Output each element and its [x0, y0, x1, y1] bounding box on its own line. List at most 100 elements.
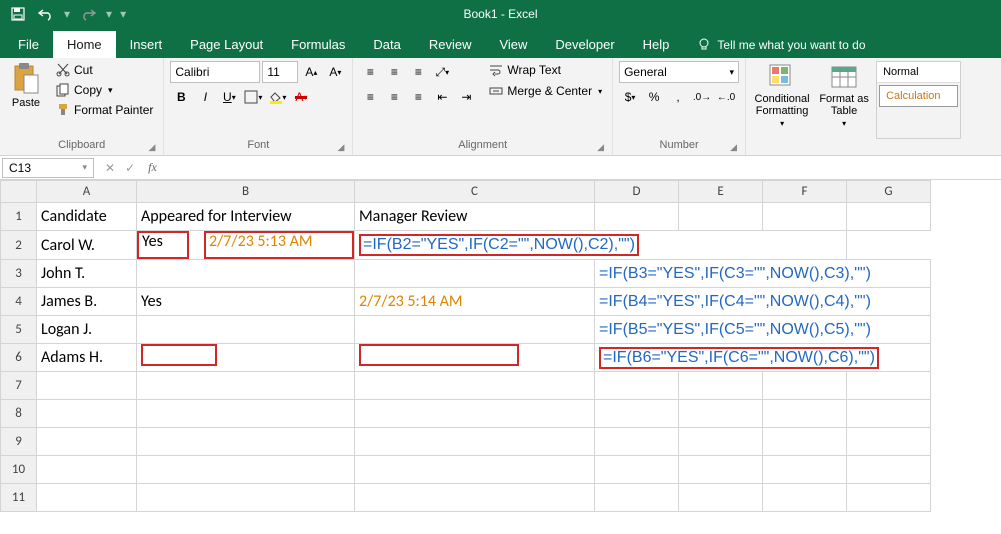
cell-B9[interactable] — [137, 428, 355, 456]
cell-D11[interactable] — [595, 484, 679, 512]
cell-E9[interactable] — [679, 428, 763, 456]
cell-B8[interactable] — [137, 400, 355, 428]
cell-C7[interactable] — [355, 372, 595, 400]
enter-formula-icon[interactable]: ✓ — [122, 161, 138, 175]
row-header-2[interactable]: 2 — [1, 231, 37, 260]
cell-D4[interactable]: =IF(B4="YES",IF(C4="",NOW(),C4),"") — [595, 288, 931, 316]
col-header-F[interactable]: F — [763, 181, 847, 203]
number-format-combo[interactable]: General▾ — [619, 61, 739, 83]
clipboard-dialog-icon[interactable]: ◢ — [148, 142, 155, 153]
tab-insert[interactable]: Insert — [116, 31, 177, 58]
cell-D2[interactable]: =IF(B2="YES",IF(C2="",NOW(),C2),"") — [355, 231, 847, 260]
cell-G7[interactable] — [847, 372, 931, 400]
percent-button[interactable]: % — [643, 86, 665, 108]
cell-B6[interactable] — [137, 344, 355, 372]
redo-dropdown-icon[interactable]: ▾ — [106, 7, 112, 21]
row-header-6[interactable]: 6 — [1, 344, 37, 372]
cell-A4[interactable]: James B. — [37, 288, 137, 316]
formula-input[interactable] — [161, 158, 1001, 178]
increase-indent-button[interactable]: ⇥ — [455, 86, 477, 108]
col-header-E[interactable]: E — [679, 181, 763, 203]
cell-A1[interactable]: Candidate — [37, 203, 137, 231]
cell-C6[interactable] — [355, 344, 595, 372]
cell-B5[interactable] — [137, 316, 355, 344]
align-top-button[interactable]: ≡ — [359, 61, 381, 83]
cell-A8[interactable] — [37, 400, 137, 428]
cell-C3[interactable] — [355, 260, 595, 288]
cell-G9[interactable] — [847, 428, 931, 456]
cell-C10[interactable] — [355, 456, 595, 484]
cell-F7[interactable] — [763, 372, 847, 400]
cell-D7[interactable] — [595, 372, 679, 400]
tab-file[interactable]: File — [4, 31, 53, 58]
row-header-1[interactable]: 1 — [1, 203, 37, 231]
tab-view[interactable]: View — [485, 31, 541, 58]
orientation-button[interactable]: ⤢▾ — [431, 61, 453, 83]
row-header-11[interactable]: 11 — [1, 484, 37, 512]
italic-button[interactable]: I — [194, 86, 216, 108]
tell-me-search[interactable]: Tell me what you want to do — [683, 32, 879, 58]
row-header-8[interactable]: 8 — [1, 400, 37, 428]
tab-data[interactable]: Data — [359, 31, 414, 58]
col-header-B[interactable]: B — [137, 181, 355, 203]
style-calculation[interactable]: Calculation — [879, 85, 958, 107]
copy-button[interactable]: Copy▾ — [52, 81, 157, 99]
row-header-4[interactable]: 4 — [1, 288, 37, 316]
cell-A11[interactable] — [37, 484, 137, 512]
cell-E7[interactable] — [679, 372, 763, 400]
cell-E8[interactable] — [679, 400, 763, 428]
format-painter-button[interactable]: Format Painter — [52, 101, 157, 119]
cell-D3[interactable]: =IF(B3="YES",IF(C3="",NOW(),C3),"") — [595, 260, 931, 288]
cell-styles-gallery[interactable]: Normal Calculation — [876, 61, 961, 139]
underline-button[interactable]: U▾ — [218, 86, 240, 108]
font-name-combo[interactable] — [170, 61, 260, 83]
redo-button[interactable] — [76, 2, 100, 26]
cell-G8[interactable] — [847, 400, 931, 428]
align-bottom-button[interactable]: ≡ — [407, 61, 429, 83]
cell-B2[interactable]: Yes — [137, 231, 189, 259]
row-header-10[interactable]: 10 — [1, 456, 37, 484]
wrap-text-button[interactable]: Wrap Text — [485, 61, 606, 79]
font-color-button[interactable]: A▾ — [290, 86, 312, 108]
col-header-A[interactable]: A — [37, 181, 137, 203]
decrease-indent-button[interactable]: ⇤ — [431, 86, 453, 108]
tab-help[interactable]: Help — [629, 31, 684, 58]
cell-B3[interactable] — [137, 260, 355, 288]
cell-A7[interactable] — [37, 372, 137, 400]
cell-F11[interactable] — [763, 484, 847, 512]
format-as-table-button[interactable]: Format as Table▾ — [814, 61, 874, 139]
tab-developer[interactable]: Developer — [541, 31, 628, 58]
tab-review[interactable]: Review — [415, 31, 486, 58]
cell-G1[interactable] — [847, 203, 931, 231]
col-header-D[interactable]: D — [595, 181, 679, 203]
cell-D10[interactable] — [595, 456, 679, 484]
cell-A6[interactable]: Adams H. — [37, 344, 137, 372]
fx-icon[interactable]: fx — [144, 160, 161, 175]
undo-button[interactable] — [34, 2, 58, 26]
undo-dropdown-icon[interactable]: ▾ — [64, 7, 70, 21]
row-header-9[interactable]: 9 — [1, 428, 37, 456]
cell-F1[interactable] — [763, 203, 847, 231]
cell-B7[interactable] — [137, 372, 355, 400]
cancel-formula-icon[interactable]: ✕ — [102, 161, 118, 175]
cell-D6[interactable]: =IF(B6="YES",IF(C6="",NOW(),C6),"") — [595, 344, 931, 372]
number-dialog-icon[interactable]: ◢ — [730, 142, 737, 153]
alignment-dialog-icon[interactable]: ◢ — [597, 142, 604, 153]
cell-B10[interactable] — [137, 456, 355, 484]
qat-customize-icon[interactable]: ▾ — [120, 7, 126, 21]
name-box[interactable]: C13▾ — [2, 158, 94, 178]
save-button[interactable] — [6, 2, 30, 26]
cell-D1[interactable] — [595, 203, 679, 231]
comma-button[interactable]: , — [667, 86, 689, 108]
tab-page-layout[interactable]: Page Layout — [176, 31, 277, 58]
select-all-corner[interactable] — [1, 181, 37, 203]
align-left-button[interactable]: ≡ — [359, 86, 381, 108]
cell-B1[interactable]: Appeared for Interview — [137, 203, 355, 231]
cell-E11[interactable] — [679, 484, 763, 512]
font-size-combo[interactable] — [262, 61, 298, 83]
cell-C2[interactable]: 2/7/23 5:13 AM — [204, 231, 354, 259]
cell-A5[interactable]: Logan J. — [37, 316, 137, 344]
cell-G11[interactable] — [847, 484, 931, 512]
increase-font-button[interactable]: A▴ — [300, 61, 322, 83]
cell-A2[interactable]: Carol W. — [37, 231, 137, 260]
